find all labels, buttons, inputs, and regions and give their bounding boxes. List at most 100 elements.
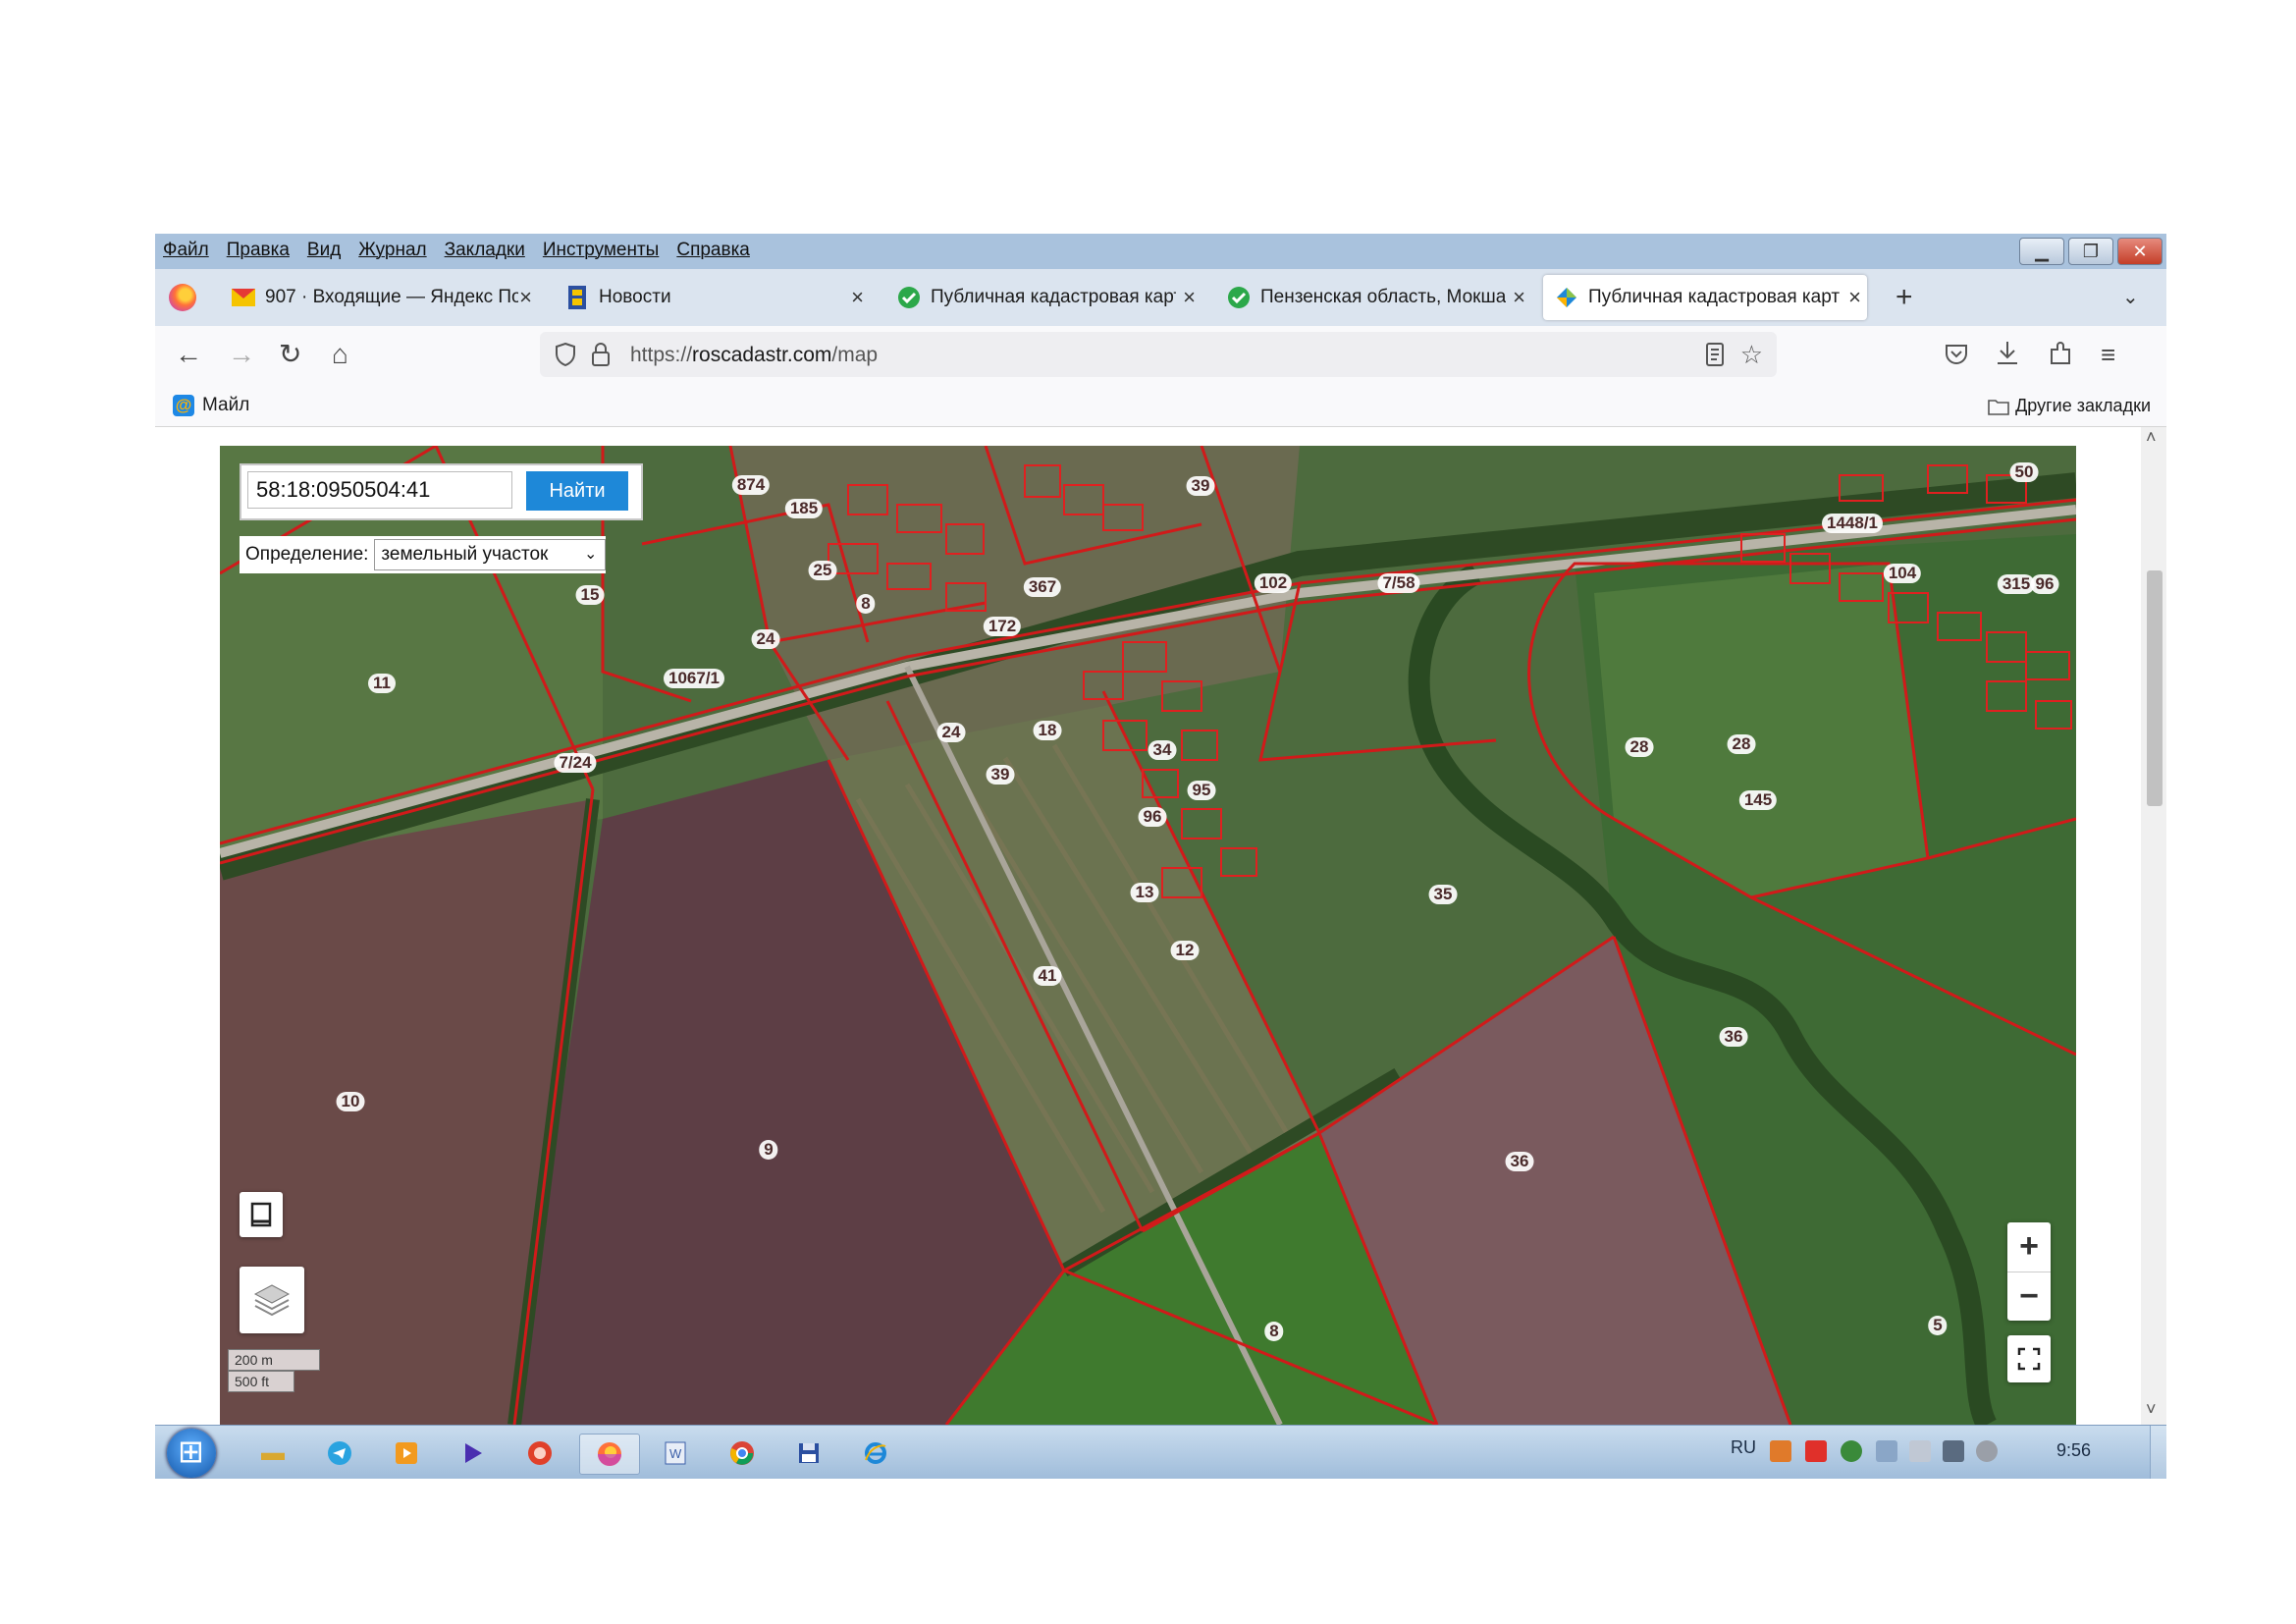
scroll-up-icon[interactable]: ˄ [2146,427,2157,448]
parcel-label[interactable]: 95 [1187,781,1216,800]
tab-news[interactable]: Новости × [565,275,870,320]
downloads-icon[interactable] [1995,340,2020,372]
close-tab-icon[interactable]: × [1183,285,1196,310]
parcel-label[interactable]: 24 [751,629,780,649]
internet-explorer-taskbar-button[interactable] [846,1434,905,1473]
parcel-label[interactable]: 41 [1033,966,1062,986]
explorer-taskbar-button[interactable]: ▬ [243,1434,302,1473]
reader-view-icon[interactable] [1706,343,1724,371]
chrome-taskbar-button[interactable] [713,1434,772,1473]
parcel-label[interactable]: 28 [1727,734,1756,754]
parcel-label[interactable]: 7/24 [554,753,597,773]
cadastral-map[interactable]: 874 185 25 15 24 11 1067/1 7/24 24 39 8 … [220,446,2076,1425]
extensions-icon[interactable] [2048,340,2073,372]
parcel-label[interactable]: 367 [1023,577,1062,597]
taskbar-clock[interactable]: 9:56 [2056,1440,2091,1461]
list-all-tabs-button[interactable]: ⌄ [2122,285,2139,309]
tab-yandex-mail[interactable]: 907 · Входящие — Яндекс Поч × [232,275,538,320]
page-scrollbar-thumb[interactable] [2147,570,2163,806]
back-button[interactable]: ← [175,340,202,369]
network-icon[interactable] [1943,1440,1964,1462]
menu-history[interactable]: Журнал [358,240,426,261]
menu-help[interactable]: Справка [676,240,750,261]
parcel-label[interactable]: 50 [2009,462,2039,482]
lock-icon[interactable] [591,342,611,372]
parcel-label[interactable]: 35 [1428,885,1458,904]
parcel-label[interactable]: 145 [1738,790,1778,810]
menu-bookmarks[interactable]: Закладки [445,240,525,261]
parcel-label[interactable]: 39 [986,765,1015,785]
address-bar[interactable]: https://roscadastr.com/map ☆ [540,332,1777,377]
app-menu-icon[interactable]: ≡ [2101,340,2115,369]
parcel-label[interactable]: 25 [808,561,837,580]
start-button[interactable] [167,1429,216,1478]
menu-file[interactable]: Файл [163,240,209,261]
parcel-label[interactable]: 13 [1130,883,1159,902]
zoom-out-button[interactable]: − [2007,1272,2051,1322]
restore-button[interactable]: ❐ [2068,238,2113,265]
forward-button[interactable]: → [228,340,255,369]
parcel-label[interactable]: 36 [1505,1152,1534,1171]
minimize-button[interactable]: ▁ [2019,238,2064,265]
parcel-label[interactable]: 102 [1254,573,1293,593]
cadastral-number-input[interactable] [247,471,512,509]
telegram-taskbar-button[interactable] [310,1434,369,1473]
layers-button[interactable] [240,1267,304,1333]
home-button[interactable]: ⌂ [332,340,348,369]
parcel-label[interactable]: 10 [336,1092,365,1111]
tray-app-icon[interactable] [1876,1440,1897,1462]
parcel-label[interactable]: 185 [784,499,824,518]
close-tab-icon[interactable]: × [1513,285,1525,310]
show-desktop-button[interactable] [2150,1426,2166,1479]
other-bookmarks[interactable]: Другие закладки [1988,396,2151,416]
antivirus-taskbar-button[interactable] [510,1434,569,1473]
parcel-label[interactable]: 7/58 [1377,573,1420,593]
url-text[interactable]: https://roscadastr.com/map [630,344,878,367]
parcel-label[interactable]: 24 [936,723,966,742]
parcel-label[interactable]: 39 [1186,476,1215,496]
parcel-label[interactable]: 96 [2030,574,2059,594]
reload-button[interactable]: ↻ [279,340,301,369]
firefox-taskbar-button[interactable] [579,1434,640,1475]
parcel-label[interactable]: 34 [1148,740,1177,760]
fullscreen-button[interactable] [2007,1335,2051,1382]
find-button[interactable]: Найти [526,471,628,511]
close-window-button[interactable]: ✕ [2117,238,2163,265]
parcel-label[interactable]: 315 [1997,574,2036,594]
parcel-label[interactable]: 15 [575,585,605,605]
parcel-label[interactable]: 874 [731,475,771,495]
tab-cadastral-map-active[interactable]: Публичная кадастровая карта × [1543,275,1867,320]
tray-app-icon[interactable] [1805,1440,1827,1462]
parcel-label[interactable]: 11 [368,674,396,693]
tray-app-icon[interactable] [1841,1440,1862,1462]
parcel-label[interactable]: 1067/1 [664,669,724,688]
menu-tools[interactable]: Инструменты [543,240,659,261]
parcel-label[interactable]: 104 [1883,564,1922,583]
menu-view[interactable]: Вид [307,240,341,261]
parcel-label[interactable]: 96 [1138,807,1167,827]
parcel-label[interactable]: 18 [1033,721,1062,740]
close-tab-icon[interactable]: × [851,285,864,310]
measure-button[interactable] [240,1192,283,1237]
zoom-in-button[interactable]: + [2007,1222,2051,1272]
tab-penza-region[interactable]: Пензенская область, Мокшан × [1227,275,1531,320]
close-tab-icon[interactable]: × [1848,285,1861,310]
parcel-label[interactable]: 172 [983,617,1022,636]
bookmark-mail[interactable]: @ Майл [173,395,249,416]
parcel-label[interactable]: 1448/1 [1822,514,1883,533]
media-player-taskbar-button[interactable] [377,1434,436,1473]
parcel-label[interactable]: 36 [1719,1027,1748,1047]
tab-cadastral-map[interactable]: Публичная кадастровая карта × [897,275,1201,320]
tray-app-icon[interactable] [1770,1440,1791,1462]
menu-edit[interactable]: Правка [227,240,290,261]
word-taskbar-button[interactable]: W [646,1434,705,1473]
new-tab-button[interactable]: + [1896,281,1913,314]
save-app-taskbar-button[interactable] [779,1434,838,1473]
language-indicator[interactable]: RU [1731,1437,1756,1458]
definition-select[interactable]: земельный участок ⌄ [374,539,607,570]
firefox-view-icon[interactable] [169,284,196,311]
parcel-label[interactable]: 28 [1625,737,1654,757]
video-player-taskbar-button[interactable] [444,1434,503,1473]
pocket-icon[interactable] [1944,342,1969,372]
bookmark-star-icon[interactable]: ☆ [1740,340,1763,370]
